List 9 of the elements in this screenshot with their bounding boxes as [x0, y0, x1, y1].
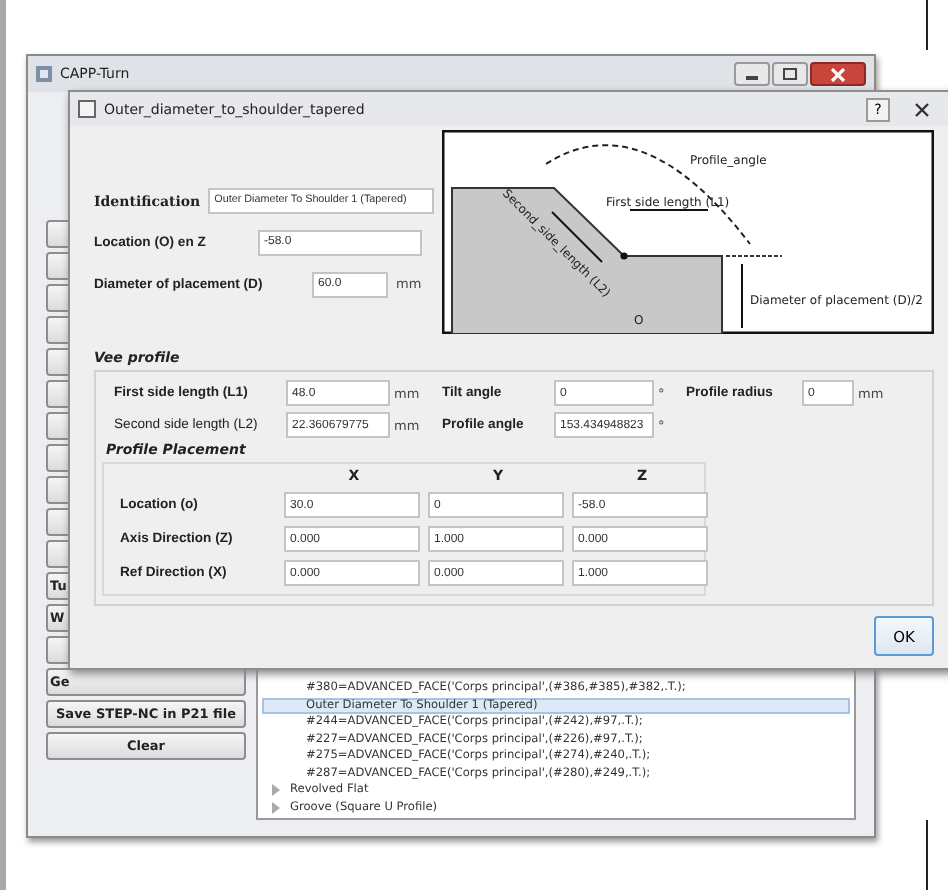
close-icon [914, 101, 930, 117]
window-icon [78, 100, 96, 118]
close-button[interactable] [810, 62, 866, 86]
close-icon [830, 67, 846, 81]
maximize-button[interactable] [772, 62, 808, 86]
close-button[interactable] [910, 97, 934, 121]
app-icon [36, 66, 52, 82]
maximize-icon [782, 68, 798, 80]
minimize-button[interactable] [734, 62, 770, 86]
